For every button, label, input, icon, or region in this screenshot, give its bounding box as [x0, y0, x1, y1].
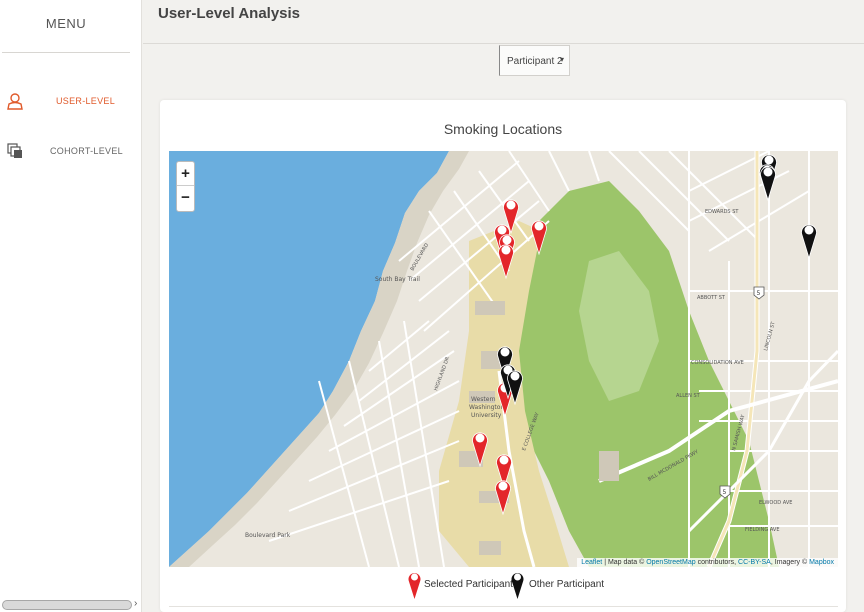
other-location-marker[interactable] [507, 367, 523, 405]
map-label-park: Boulevard Park [245, 532, 291, 539]
map-label-street: FIELDING AVE [745, 527, 780, 533]
map-label-campus: Western [471, 396, 496, 403]
header: User-Level Analysis [143, 0, 864, 44]
zoom-in-button[interactable]: + [177, 162, 194, 186]
map-label-street: ABBOTT ST [697, 295, 726, 301]
selected-location-marker[interactable] [495, 477, 511, 515]
other-location-marker[interactable] [801, 221, 817, 259]
card-title: Smoking Locations [443, 121, 563, 137]
menu-title: MENU [45, 16, 87, 31]
sidebar: MENU USER-LEVEL COHORT-LEVEL [0, 0, 142, 612]
attribution-text: , Imagery © [770, 559, 810, 566]
other-location-marker[interactable] [760, 163, 776, 201]
leaflet-link[interactable]: Leaflet [581, 559, 602, 566]
map-attribution: Leaflet | Map data © OpenStreetMap contr… [577, 558, 838, 567]
sidebar-item-user-level[interactable]: USER-LEVEL [0, 88, 142, 118]
selected-location-marker[interactable] [498, 241, 514, 279]
horizontal-scrollbar[interactable] [2, 600, 132, 610]
zoom-control: + − [176, 161, 195, 212]
participant-select-value: Participant 2 [507, 56, 563, 67]
legend-label: Selected Participant [424, 579, 513, 590]
attribution-text: | Map data © [602, 559, 647, 566]
svg-text:5: 5 [757, 290, 761, 297]
selected-location-marker[interactable] [531, 217, 547, 255]
layers-icon [7, 143, 22, 158]
legend-label: Other Participant [529, 579, 605, 590]
caret-down-icon: ▾ [559, 55, 564, 64]
user-icon [7, 93, 23, 110]
zoom-out-button[interactable]: − [177, 186, 194, 210]
mapbox-link[interactable]: Mapbox [809, 559, 834, 566]
map-label-street: CONSOLIDATION AVE [691, 360, 744, 366]
svg-text:5: 5 [723, 489, 727, 496]
license-link[interactable]: CC-BY-SA [738, 559, 771, 566]
map-label-trail: South Bay Trail [375, 276, 420, 283]
divider [169, 606, 838, 607]
map-label-street: EDWARDS ST [705, 209, 739, 215]
map[interactable]: Western Washington University South Bay … [169, 151, 838, 567]
map-label-street: ALLEN ST [676, 393, 701, 399]
red-marker-icon [408, 573, 421, 599]
map-label-street: ELWOOD AVE [759, 500, 792, 506]
active-indicator [853, 90, 864, 114]
black-marker-icon [511, 573, 524, 599]
page-title: User-Level Analysis [158, 5, 301, 22]
sidebar-item-label: USER-LEVEL [56, 96, 116, 106]
openstreetmap-link[interactable]: OpenStreetMap [646, 559, 695, 566]
participant-select[interactable]: Participant 2 ▾ [499, 45, 570, 76]
selected-location-marker[interactable] [472, 429, 488, 467]
menu-divider [2, 52, 130, 53]
sidebar-item-label: COHORT-LEVEL [50, 146, 123, 156]
sidebar-item-cohort-level[interactable]: COHORT-LEVEL [0, 138, 142, 168]
attribution-text: contributors, [695, 559, 739, 566]
scroll-right-arrow-icon[interactable]: › [134, 598, 137, 609]
